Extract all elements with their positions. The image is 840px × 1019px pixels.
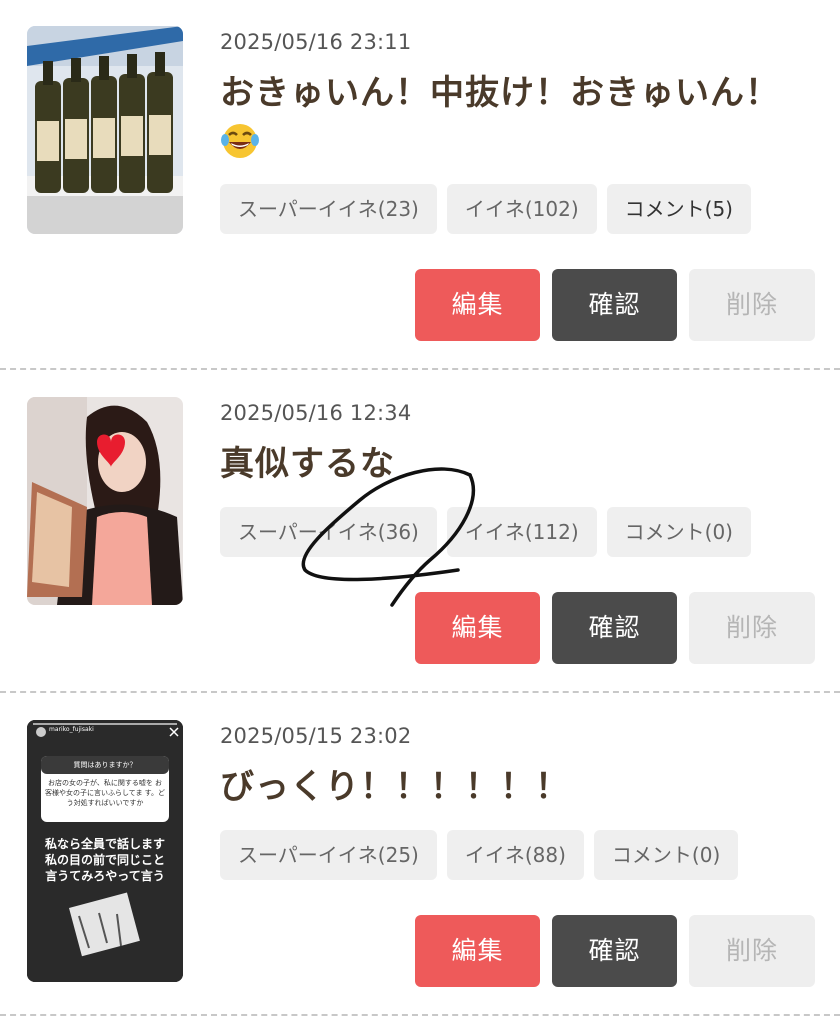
super-like-count[interactable]: スーパーイイネ(25) — [220, 830, 437, 880]
post-list-page: 2025/05/16 23:11 おきゅいん！中抜け！おきゅいん！ スーパーイイ… — [0, 0, 840, 1019]
post-actions: 編集 確認 削除 — [415, 915, 815, 987]
edit-button[interactable]: 編集 — [415, 915, 540, 987]
like-count[interactable]: イイネ(102) — [446, 184, 597, 234]
post-thumbnail-wine-bottles[interactable] — [27, 26, 183, 234]
post-datetime: 2025/05/15 23:02 — [220, 724, 412, 748]
face-with-tears-of-joy-icon — [220, 122, 260, 160]
post-divider — [0, 368, 840, 370]
edit-button[interactable]: 編集 — [415, 269, 540, 341]
confirm-button[interactable]: 確認 — [552, 915, 677, 987]
reaction-chips: スーパーイイネ(23) イイネ(102) コメント(5) — [220, 184, 751, 234]
post-title-text: おきゅいん！中抜け！おきゅいん！ — [220, 73, 780, 113]
post-item: mariko_fujisaki 質問はありますか？ お店の女の子が、私に関する嘘… — [0, 694, 840, 1019]
story-question-body: お店の女の子が、私に関する嘘を お客様や女の子に言いふらしてま す。どう対処すれ… — [45, 779, 165, 807]
post-divider — [0, 1014, 840, 1016]
post-actions: 編集 確認 削除 — [415, 592, 815, 664]
post-datetime: 2025/05/16 12:34 — [220, 401, 412, 425]
delete-button[interactable]: 削除 — [689, 592, 815, 664]
post-item: 2025/05/16 23:11 おきゅいん！中抜け！おきゅいん！ スーパーイイ… — [0, 0, 840, 368]
super-like-count[interactable]: スーパーイイネ(23) — [220, 184, 437, 234]
reaction-chips: スーパーイイネ(36) イイネ(112) コメント(0) — [220, 507, 751, 557]
delete-button[interactable]: 削除 — [689, 269, 815, 341]
story-question-header: 質問はありますか？ — [73, 761, 137, 769]
like-count[interactable]: イイネ(88) — [446, 830, 584, 880]
reaction-chips: スーパーイイネ(25) イイネ(88) コメント(0) — [220, 830, 739, 880]
post-datetime: 2025/05/16 23:11 — [220, 30, 412, 54]
post-thumbnail-woman-photo[interactable] — [27, 397, 183, 605]
super-like-count[interactable]: スーパーイイネ(36) — [220, 507, 437, 557]
comment-count[interactable]: コメント(0) — [593, 830, 739, 880]
post-actions: 編集 確認 削除 — [415, 269, 815, 341]
post-thumbnail-story-screenshot[interactable]: mariko_fujisaki 質問はありますか？ お店の女の子が、私に関する嘘… — [27, 720, 183, 982]
edit-button[interactable]: 編集 — [415, 592, 540, 664]
post-title[interactable]: おきゅいん！中抜け！おきゅいん！ — [220, 70, 820, 162]
like-count[interactable]: イイネ(112) — [446, 507, 597, 557]
post-title[interactable]: 真似するな — [220, 441, 820, 487]
post-divider — [0, 691, 840, 693]
confirm-button[interactable]: 確認 — [552, 592, 677, 664]
comment-count[interactable]: コメント(0) — [606, 507, 751, 557]
post-item: 2025/05/16 12:34 真似するな スーパーイイネ(36) イイネ(1… — [0, 371, 840, 691]
comment-count[interactable]: コメント(5) — [606, 184, 751, 234]
story-answer: 私なら全員で話します 私の目の前で同じこと 言うてみろやって言う — [44, 837, 165, 883]
confirm-button[interactable]: 確認 — [552, 269, 677, 341]
story-username: mariko_fujisaki — [49, 726, 94, 733]
post-title[interactable]: びっくり！！！！！！ — [220, 764, 820, 810]
delete-button[interactable]: 削除 — [689, 915, 815, 987]
